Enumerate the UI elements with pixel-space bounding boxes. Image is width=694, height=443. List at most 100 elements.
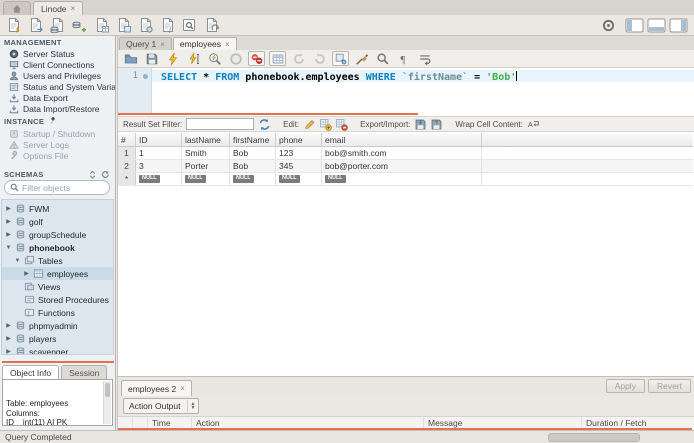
beautify-button[interactable] bbox=[353, 51, 370, 66]
stop-button[interactable] bbox=[227, 51, 244, 66]
expander-icon[interactable]: ▶ bbox=[5, 322, 12, 329]
query-tab-employees[interactable]: employees × bbox=[172, 37, 237, 50]
collapse-all-icon[interactable] bbox=[88, 170, 97, 179]
cell[interactable]: Bob bbox=[230, 160, 276, 172]
connection-tab[interactable]: Linode × bbox=[33, 1, 84, 15]
create-table-button[interactable] bbox=[90, 16, 112, 35]
tab-close-icon[interactable]: × bbox=[180, 384, 185, 393]
sidebar-item-options-file[interactable]: Options File bbox=[0, 150, 115, 161]
grid-header-cell[interactable]: lastName bbox=[182, 133, 230, 146]
toggle-stop-on-error-button[interactable] bbox=[248, 51, 265, 66]
save-script-button[interactable] bbox=[143, 51, 160, 66]
tab-close-icon[interactable]: × bbox=[71, 4, 76, 13]
tree-node-fwm[interactable]: ▶ FWM bbox=[2, 202, 113, 215]
grid-header-cell[interactable]: # bbox=[118, 133, 136, 146]
wrap-lines-button[interactable] bbox=[416, 51, 433, 66]
cell[interactable]: Porter bbox=[182, 160, 230, 172]
cell[interactable]: NULL bbox=[182, 173, 230, 185]
result-set-tab[interactable]: employees 2 × bbox=[121, 380, 192, 396]
tree-node-golf[interactable]: ▶ golf bbox=[2, 215, 113, 228]
open-script-button[interactable] bbox=[122, 51, 139, 66]
table-row[interactable]: 2 3 Porter Bob 345 bob@porter.com bbox=[118, 160, 693, 173]
sidebar-item-users-and-privileges[interactable]: Users and Privileges bbox=[0, 70, 115, 81]
create-schema-button[interactable] bbox=[68, 16, 90, 35]
expander-icon[interactable]: ▶ bbox=[5, 218, 12, 225]
sidebar-item-data-export[interactable]: Data Export bbox=[0, 92, 115, 103]
schema-filter-input[interactable] bbox=[22, 182, 104, 193]
cell[interactable]: NULL bbox=[276, 173, 322, 185]
sidebar-item-server-logs[interactable]: Server Logs bbox=[0, 139, 115, 150]
table-row[interactable]: 1 1 Smith Bob 123 bob@smith.com bbox=[118, 147, 693, 160]
expander-icon[interactable]: ▶ bbox=[5, 348, 12, 354]
edit-record-icon[interactable] bbox=[303, 118, 316, 131]
tab-close-icon[interactable]: × bbox=[160, 40, 165, 49]
expander-icon[interactable]: ▼ bbox=[14, 258, 21, 264]
grid-header-cell[interactable]: ID bbox=[136, 133, 182, 146]
tree-node-tables[interactable]: ▼ Tables bbox=[2, 254, 113, 267]
tree-node-scavenger[interactable]: ▶ scavenger bbox=[2, 345, 113, 354]
horizontal-scrollbar[interactable] bbox=[548, 433, 640, 442]
cell[interactable]: bob@porter.com bbox=[322, 160, 482, 172]
expander-icon[interactable]: ▶ bbox=[5, 231, 12, 238]
cell[interactable]: 345 bbox=[276, 160, 322, 172]
export-recordset-icon[interactable] bbox=[414, 118, 427, 131]
commit-button[interactable] bbox=[290, 51, 307, 66]
rollback-button[interactable] bbox=[311, 51, 328, 66]
new-connection-button[interactable] bbox=[46, 16, 68, 35]
cell[interactable]: 3 bbox=[136, 160, 182, 172]
sidebar-item-data-import-restore[interactable]: Data Import/Restore bbox=[0, 103, 115, 114]
revert-button[interactable]: Revert bbox=[647, 379, 691, 393]
wrap-cell-content-icon[interactable]: A bbox=[527, 118, 540, 131]
invisible-characters-button[interactable]: ¶ bbox=[395, 51, 412, 66]
create-function-button[interactable]: f bbox=[156, 16, 178, 35]
find-button[interactable] bbox=[374, 51, 391, 66]
tab-close-icon[interactable]: × bbox=[225, 40, 230, 49]
null-row[interactable]: * NULL NULL NULL NULL NULL bbox=[118, 173, 693, 186]
sidebar-item-client-connections[interactable]: Client Connections bbox=[0, 59, 115, 70]
grid-header-cell[interactable]: phone bbox=[276, 133, 322, 146]
cell[interactable]: Smith bbox=[182, 147, 230, 159]
toggle-left-panel-button[interactable] bbox=[625, 18, 644, 33]
tree-node-players[interactable]: ▶ players bbox=[2, 332, 113, 345]
sidebar-item-startup-shutdown[interactable]: Startup / Shutdown bbox=[0, 128, 115, 139]
add-record-icon[interactable] bbox=[319, 118, 332, 131]
apply-button[interactable]: Apply bbox=[605, 379, 645, 393]
refresh-icon[interactable] bbox=[258, 118, 271, 131]
result-filter-input[interactable] bbox=[186, 118, 255, 130]
cell[interactable]: Bob bbox=[230, 147, 276, 159]
tree-node-views[interactable]: Views bbox=[2, 280, 113, 293]
settings-icon[interactable] bbox=[602, 19, 615, 32]
cell[interactable]: NULL bbox=[230, 173, 276, 185]
import-records-icon[interactable] bbox=[430, 118, 443, 131]
grid-header-cell[interactable]: firstName bbox=[230, 133, 276, 146]
cell[interactable]: NULL bbox=[322, 173, 482, 185]
cell[interactable]: 1 bbox=[136, 147, 182, 159]
toggle-autocommit-button[interactable] bbox=[332, 51, 349, 66]
tree-node-groupschedule[interactable]: ▶ groupSchedule bbox=[2, 228, 113, 241]
create-view-button[interactable] bbox=[112, 16, 134, 35]
open-sql-script-button[interactable] bbox=[24, 16, 46, 35]
sql-statement[interactable]: SELECT * FROM phonebook.employees WHERE … bbox=[161, 71, 518, 83]
row-number-cell[interactable]: * bbox=[118, 173, 136, 185]
sidebar-item-status-and-system-variables[interactable]: Status and System Variables bbox=[0, 81, 115, 92]
query-tab-query-1[interactable]: Query 1 × bbox=[119, 37, 172, 50]
create-procedure-button[interactable] bbox=[134, 16, 156, 35]
execute-current-button[interactable] bbox=[185, 51, 202, 66]
row-number-cell[interactable]: 1 bbox=[118, 147, 136, 159]
expander-icon[interactable]: ▶ bbox=[5, 205, 12, 212]
sql-editor[interactable]: 1 SELECT * FROM phonebook.employees WHER… bbox=[118, 68, 694, 113]
tab-object-info[interactable]: Object Info bbox=[2, 365, 60, 379]
tab-session[interactable]: Session bbox=[61, 365, 108, 379]
expander-icon[interactable]: ▼ bbox=[5, 245, 12, 251]
new-sql-tab-button[interactable] bbox=[2, 16, 24, 35]
reconnect-button[interactable] bbox=[200, 16, 222, 35]
cell[interactable]: NULL bbox=[136, 173, 182, 185]
expander-icon[interactable]: ▶ bbox=[5, 335, 12, 342]
execute-button[interactable] bbox=[164, 51, 181, 66]
limit-rows-button[interactable] bbox=[269, 51, 286, 66]
row-number-cell[interactable]: 2 bbox=[118, 160, 136, 172]
search-data-button[interactable] bbox=[178, 16, 200, 35]
delete-record-icon[interactable] bbox=[335, 118, 348, 131]
toggle-bottom-panel-button[interactable] bbox=[647, 18, 666, 33]
tree-node-employees[interactable]: ▶ employees bbox=[2, 267, 113, 280]
